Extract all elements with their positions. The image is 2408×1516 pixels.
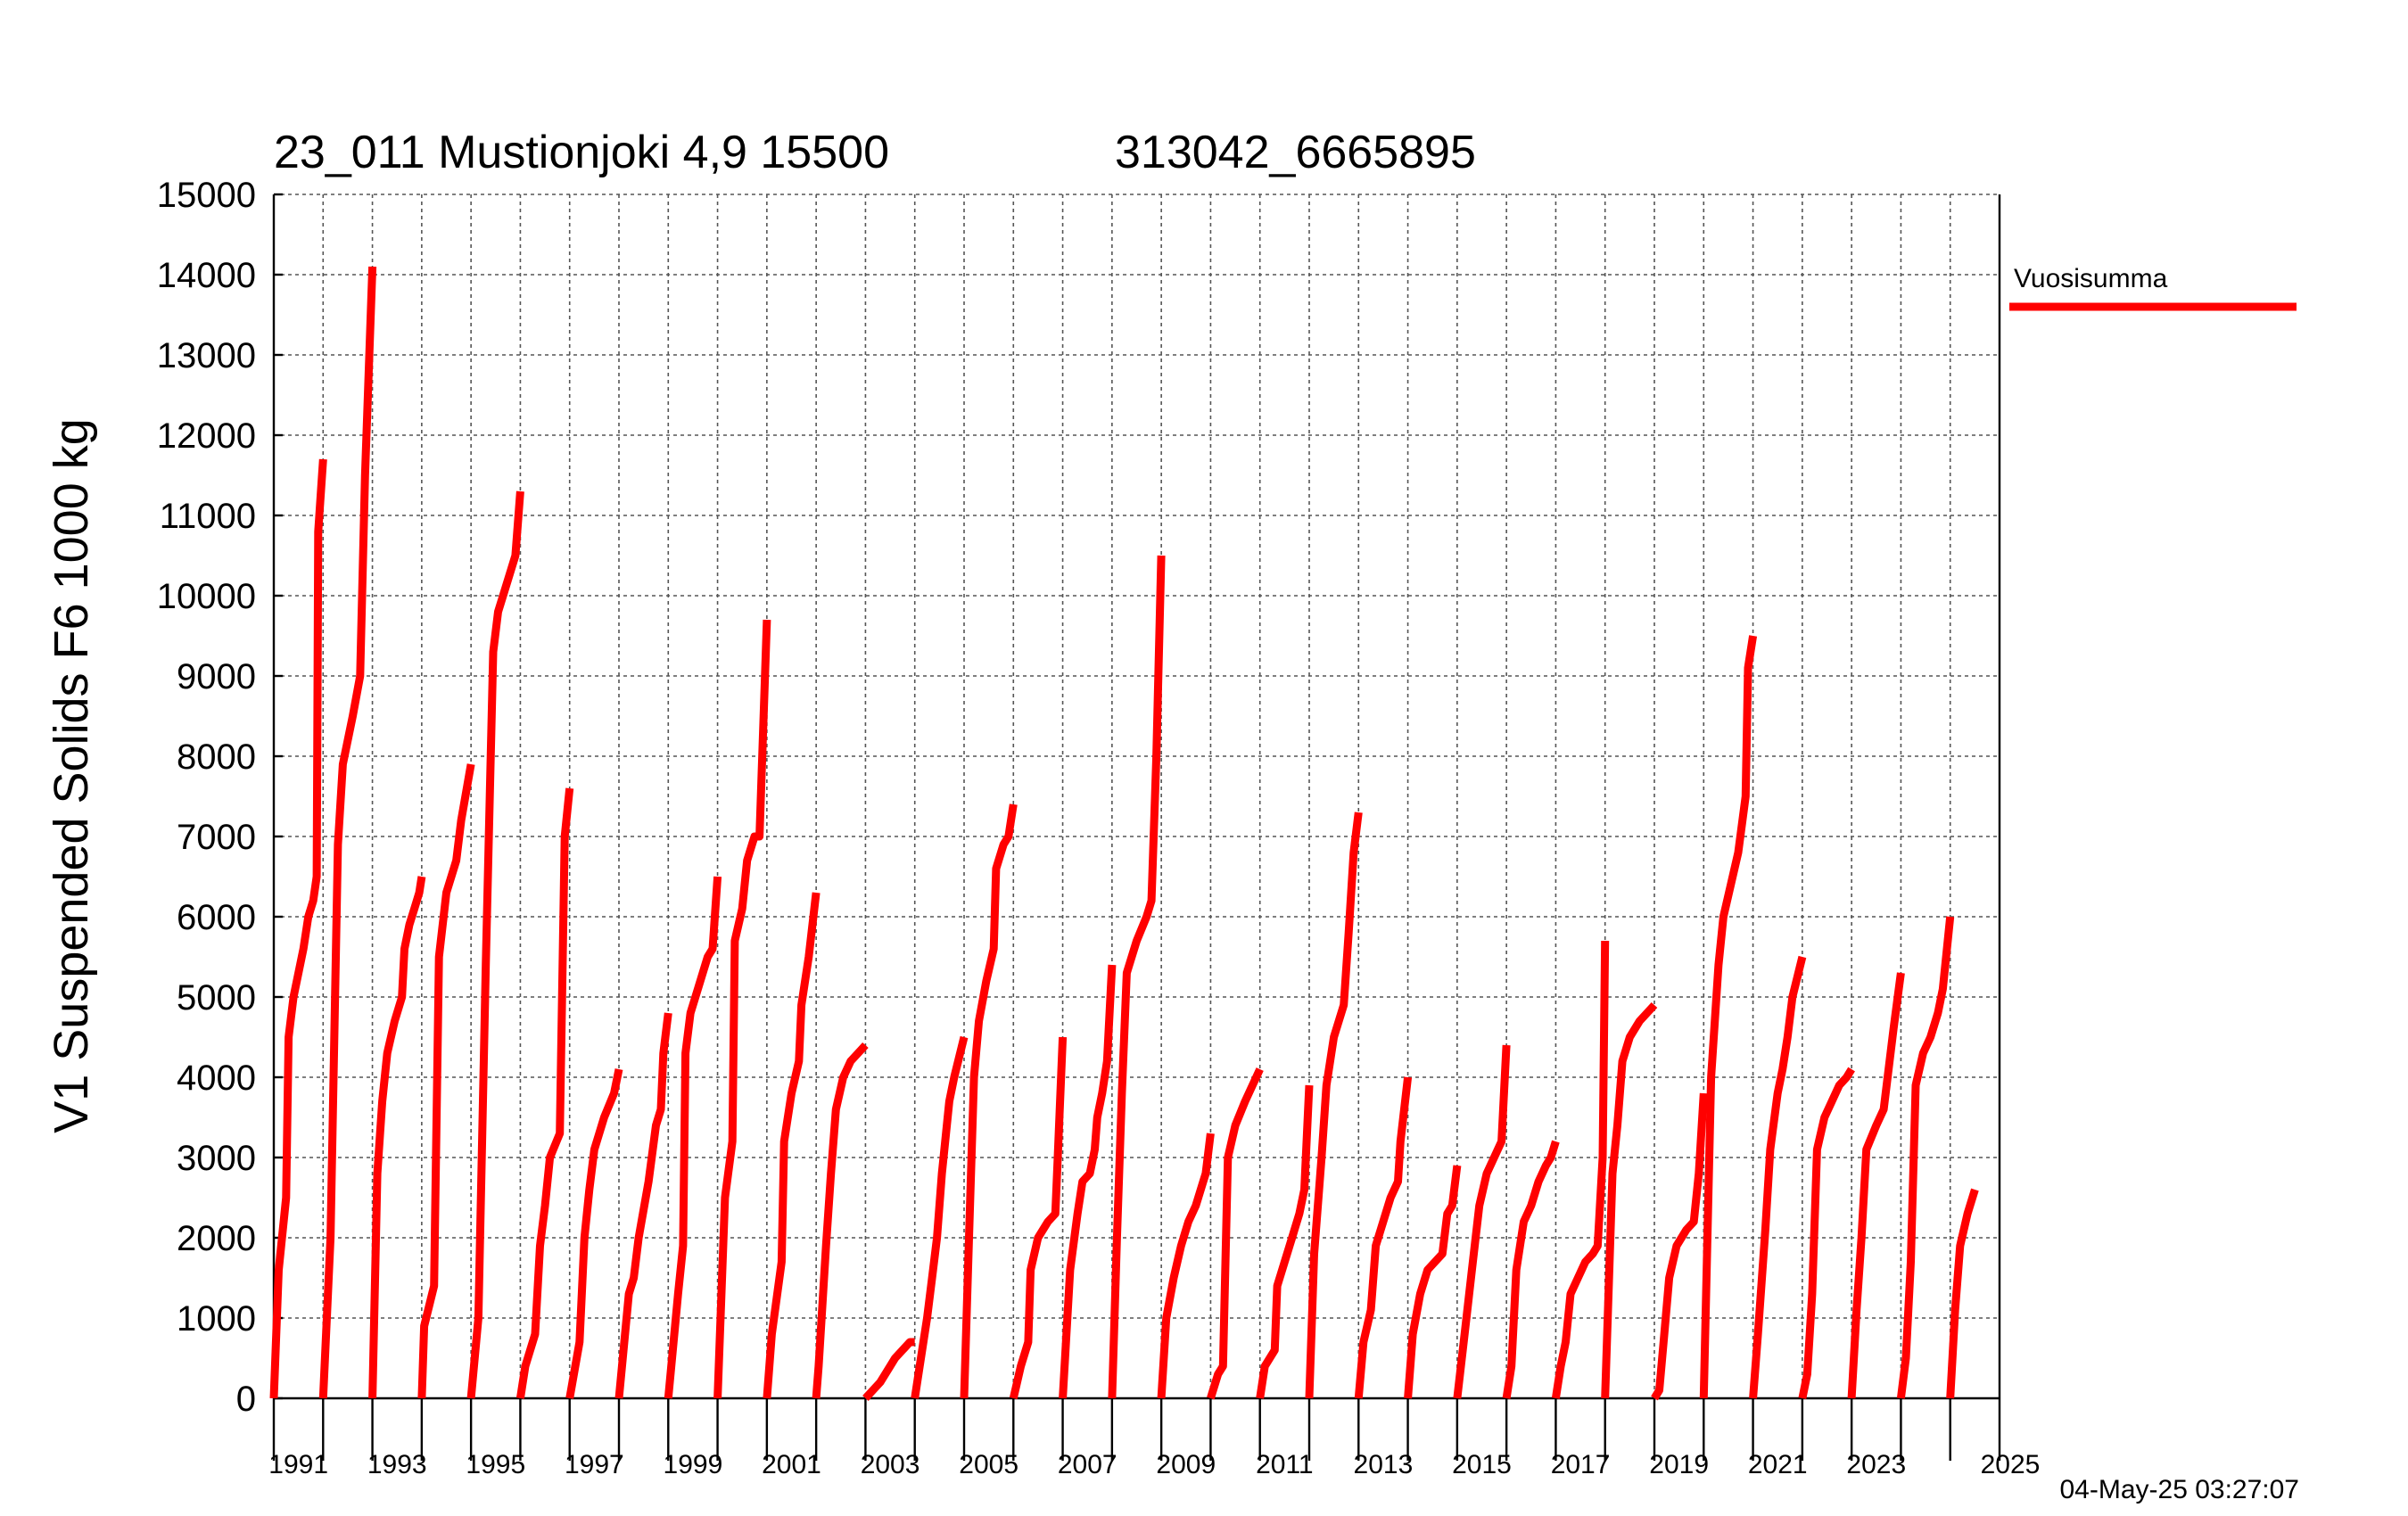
y-tick-label: 9000: [177, 657, 256, 696]
x-tick-label: 2015: [1452, 1450, 1512, 1479]
x-tick-label: 2021: [1748, 1450, 1808, 1479]
series-segment-27: [1551, 940, 1610, 1399]
series-segment-32: [1798, 1067, 1855, 1399]
legend: Vuosisumma: [2009, 264, 2297, 311]
y-tick-label: 5000: [177, 978, 256, 1018]
y-tick-label: 2000: [177, 1219, 256, 1258]
x-tick-label: 2025: [1981, 1450, 2041, 1479]
y-tick-label: 14000: [157, 256, 256, 295]
series-segment-30: [1699, 635, 1758, 1399]
y-tick-label: 3000: [177, 1139, 256, 1178]
chart-title: 23_011 Mustionjoki 4,9 15500: [274, 127, 889, 178]
y-tick-label: 7000: [177, 818, 256, 857]
chart-subtitle: 313042_6665895: [1115, 127, 1476, 178]
series-segment-4: [417, 763, 475, 1399]
grid: [274, 194, 2000, 1398]
series-segment-6: [515, 787, 574, 1399]
x-tick-label: 2011: [1256, 1450, 1314, 1479]
x-tick-label: 1993: [367, 1450, 427, 1479]
x-tick-label: 2005: [959, 1450, 1018, 1479]
series-segment-19: [1157, 1133, 1215, 1399]
y-tick-labels: 0 1000 2000 3000 4000 5000 6000 7000 8000 9000 100…: [157, 176, 256, 1419]
series-segment-35: [1946, 1188, 1979, 1399]
x-tick-label: 1991: [268, 1450, 328, 1479]
timestamp: 04-May-25 03:27:07: [2059, 1475, 2299, 1504]
y-tick-label: 6000: [177, 898, 256, 937]
y-tick-label: 11000: [160, 497, 256, 536]
series-segment-28: [1601, 1001, 1658, 1399]
series-segment-8: [614, 1012, 672, 1399]
y-tick-label: 13000: [157, 336, 256, 375]
series-segment-26: [1502, 1140, 1560, 1399]
series-segment-11: [763, 892, 821, 1399]
series-segment-2: [318, 266, 377, 1399]
series-group: [269, 266, 1979, 1402]
y-tick-label: 8000: [177, 737, 256, 777]
series-segment-20: [1207, 1067, 1264, 1400]
x-tick-label: 2019: [1649, 1450, 1709, 1479]
series-segment-10: [713, 619, 771, 1399]
y-axis-label: V1 Suspended Solids F6 1000 kg: [45, 418, 98, 1133]
x-tick-labels: 1991 1993 1995 1997 1999 2001 2003 2005 2007 2009…: [268, 1450, 2040, 1479]
y-tick-label: 15000: [157, 176, 256, 215]
series-segment-31: [1749, 955, 1807, 1399]
x-tick-label: 1999: [664, 1450, 723, 1479]
series-segment-14: [911, 1035, 969, 1399]
series-segment-5: [466, 490, 524, 1399]
series-segment-9: [664, 876, 722, 1399]
series-segment-12: [812, 1042, 869, 1399]
x-tick-label: 2009: [1156, 1450, 1216, 1479]
x-tick-label: 2003: [861, 1450, 920, 1479]
y-tick-label: 10000: [157, 577, 256, 616]
series-segment-29: [1651, 1092, 1708, 1401]
x-tick-label: 1997: [565, 1450, 624, 1479]
series-segment-22: [1305, 812, 1363, 1399]
x-tick-label: 1995: [466, 1450, 525, 1479]
series-segment-7: [565, 1068, 623, 1399]
series-segment-17: [1059, 964, 1117, 1399]
x-tick-label: 2007: [1058, 1450, 1117, 1479]
x-tick-label: 2017: [1551, 1450, 1611, 1479]
x-tick-label: 2013: [1354, 1450, 1414, 1479]
chart: 23_011 Mustionjoki 4,9 15500 313042_6665…: [45, 127, 2299, 1504]
series-segment-16: [1009, 1036, 1068, 1400]
series-segment-24: [1404, 1165, 1462, 1399]
y-tick-label: 1000: [177, 1299, 256, 1339]
series-segment-1: [269, 458, 327, 1399]
x-tick-label: 2023: [1846, 1450, 1906, 1479]
x-tick-label: 2001: [762, 1450, 821, 1479]
y-tick-label: 12000: [157, 416, 256, 456]
series-segment-15: [960, 803, 1018, 1399]
series-segment-3: [368, 876, 426, 1399]
series-segment-21: [1256, 1084, 1314, 1399]
series-segment-25: [1453, 1044, 1511, 1399]
series-segment-18: [1108, 555, 1166, 1399]
series-segment-33: [1847, 972, 1905, 1399]
series-segment-13: [862, 1338, 915, 1402]
y-tick-label: 4000: [177, 1059, 256, 1098]
y-tick-label: 0: [236, 1380, 256, 1419]
legend-label: Vuosisumma: [2014, 264, 2168, 293]
